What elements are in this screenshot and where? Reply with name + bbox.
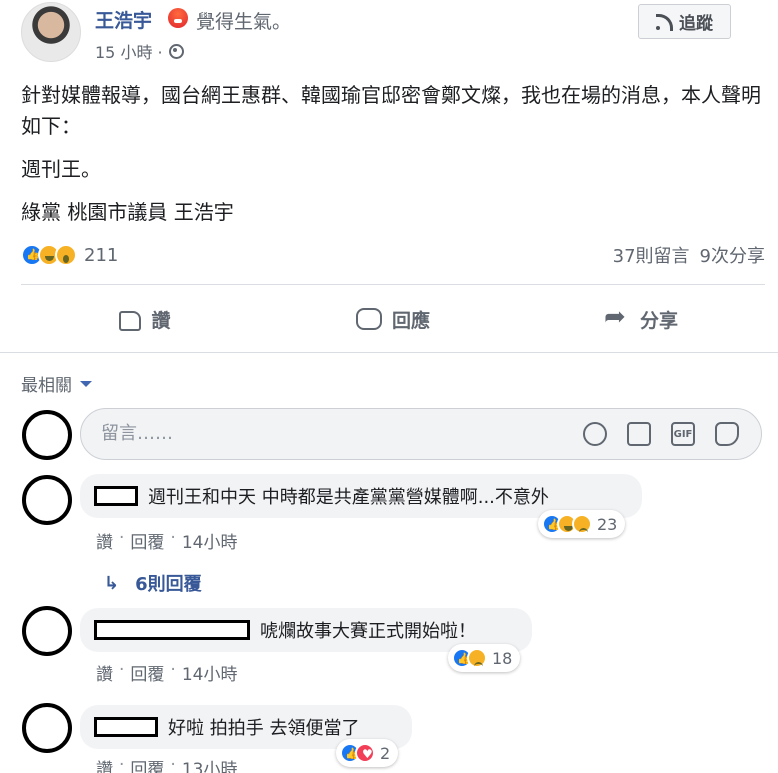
commenter-avatar[interactable] (22, 475, 72, 525)
gif-icon[interactable]: GIF (671, 422, 695, 446)
post-body: 針對媒體報導，國台網王惠群、韓國瑜官邸密會鄭文燦，我也在場的消息，本人聲明如下：… (21, 80, 761, 240)
sort-label: 最相關 (21, 376, 72, 396)
current-user-avatar (22, 410, 72, 460)
comment-actions: 讚 · 回覆 · 14小時 (96, 528, 238, 553)
commenter-avatar[interactable] (22, 703, 72, 753)
reaction-count[interactable]: 211 (84, 245, 118, 266)
wow-reaction-icon[interactable] (55, 244, 77, 266)
view-replies-link[interactable]: ↳ 6則回覆 (104, 570, 202, 596)
sad-reaction-icon (572, 514, 592, 534)
comment-text: 週刊王和中天 中時都是共產黨黨營媒體啊...不意外 (148, 487, 549, 508)
shares-count[interactable]: 9次分享 (700, 242, 765, 268)
redacted-name[interactable] (94, 620, 250, 640)
like-label: 讚 (151, 309, 171, 332)
redacted-name[interactable] (94, 717, 158, 737)
follow-button[interactable]: 追蹤 (638, 4, 731, 39)
comment-input-box[interactable]: GIF (80, 408, 762, 460)
post-time[interactable]: 15 小時 · (95, 39, 163, 63)
like-button[interactable]: 讚 (21, 297, 269, 341)
thumb-icon (119, 311, 142, 331)
comment-input[interactable] (101, 423, 561, 444)
comment-like-link[interactable]: 讚 (96, 528, 113, 553)
comment-reply-link[interactable]: 回覆 (130, 755, 164, 773)
follow-label: 追蹤 (679, 14, 713, 34)
comment-time[interactable]: 13小時 (182, 755, 238, 773)
author-avatar[interactable] (21, 2, 81, 62)
comment-sort-dropdown[interactable]: 最相關 (21, 371, 92, 396)
post-paragraph: 針對媒體報導，國台網王惠群、韓國瑜官邸密會鄭文燦，我也在場的消息，本人聲明如下： (21, 83, 761, 138)
caret-down-icon (80, 380, 92, 387)
camera-icon[interactable] (627, 422, 651, 446)
comment-like-link[interactable]: 讚 (96, 755, 113, 773)
share-button[interactable]: 分享 (517, 297, 765, 341)
comment-button[interactable]: 回應 (269, 297, 517, 341)
post-meta: 15 小時 · (95, 39, 184, 63)
comment-text: 唬爛故事大賽正式開始啦！ (260, 621, 476, 642)
commenter-avatar[interactable] (22, 606, 72, 656)
redacted-name[interactable] (94, 486, 138, 506)
author-name[interactable]: 王浩宇 (95, 6, 152, 33)
love-reaction-icon (355, 743, 375, 763)
comment-icon (355, 308, 382, 330)
post-paragraph: 綠黨 桃園市議員 王浩宇 (21, 200, 234, 224)
comment-reply-link[interactable]: 回覆 (130, 660, 164, 685)
comment-like-link[interactable]: 讚 (96, 660, 113, 685)
comment-time[interactable]: 14小時 (182, 660, 238, 685)
feeling-text: 覺得生氣。 (196, 11, 292, 33)
reply-arrow-icon: ↳ (104, 572, 120, 594)
comment-input-icons: GIF (583, 422, 739, 446)
sad-reaction-icon (467, 648, 487, 668)
comment-reaction-count: 23 (597, 514, 618, 534)
action-bar: 讚 回應 分享 (21, 297, 765, 341)
post-paragraph: 週刊王。 (21, 157, 101, 181)
comment-actions: 讚 · 回覆 · 14小時 (96, 660, 238, 685)
share-icon (604, 302, 630, 332)
rss-icon (656, 13, 673, 31)
angry-emoji-icon (168, 8, 188, 28)
comment-reply-link[interactable]: 回覆 (130, 528, 164, 553)
comment-reactions[interactable]: 18 (448, 644, 521, 672)
share-label: 分享 (639, 309, 678, 332)
replies-count: 6則回覆 (135, 574, 202, 595)
divider (21, 284, 765, 285)
comment-reaction-count: 18 (492, 648, 513, 668)
reactions-summary: 211 37則留言 9次分享 (21, 240, 765, 270)
comment-reaction-count: 2 (380, 743, 391, 763)
post-stats: 37則留言 9次分享 (613, 242, 765, 268)
sticker-icon[interactable] (715, 422, 739, 446)
comment-reactions[interactable]: 2 (336, 739, 399, 767)
smile-icon[interactable] (583, 422, 607, 446)
globe-icon[interactable] (168, 43, 184, 59)
comment-reactions[interactable]: 23 (538, 510, 626, 538)
comments-count[interactable]: 37則留言 (613, 242, 690, 268)
comment-time[interactable]: 14小時 (182, 528, 238, 553)
comment-actions: 讚 · 回覆 · 13小時 (96, 755, 237, 773)
comment-label: 回應 (391, 309, 430, 332)
comment-text: 好啦 拍拍手 去領便當了 (168, 718, 360, 739)
